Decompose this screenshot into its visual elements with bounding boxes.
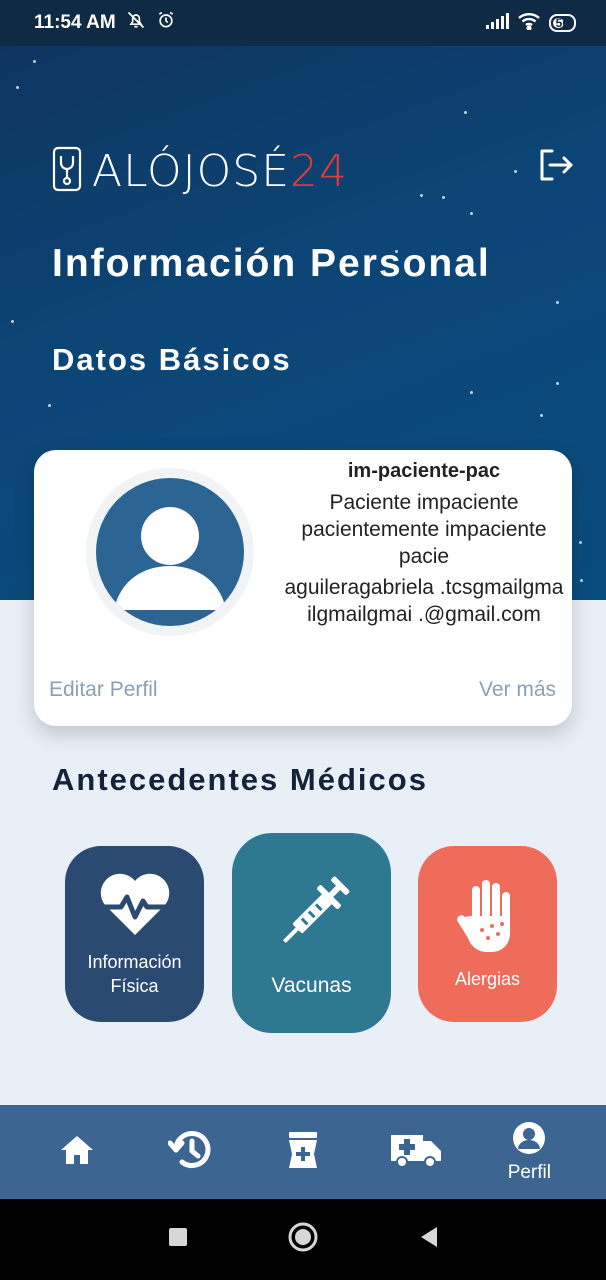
status-left: 11:54 AM (34, 10, 176, 36)
logo-number-text: 24 (290, 146, 349, 197)
status-time: 11:54 AM (34, 12, 116, 33)
signal-icon (485, 12, 509, 34)
system-navigation-bar (0, 1199, 606, 1280)
wifi-icon (517, 12, 541, 35)
profile-card: im-paciente-pac Paciente impaciente paci… (34, 450, 572, 726)
physical-info-label: Información Física (87, 951, 182, 996)
recent-apps-icon[interactable] (167, 1226, 189, 1253)
bottom-navigation: Perfil (0, 1105, 606, 1199)
nav-profile-label: Perfil (507, 1161, 551, 1183)
physical-info-button[interactable]: Información Física (65, 846, 204, 1022)
back-icon[interactable] (417, 1225, 439, 1254)
basic-data-title: Datos Básicos (52, 342, 292, 377)
home-circle-icon[interactable] (287, 1221, 319, 1258)
syringe-icon (267, 869, 357, 964)
logout-icon[interactable] (538, 148, 574, 187)
pharmacy-icon (285, 1130, 321, 1175)
user-avatar-icon (96, 478, 244, 626)
nav-ambulance[interactable] (376, 1131, 456, 1174)
profile-email: aguileragabriela .tcsgmailgmailgmailgmai… (284, 576, 564, 626)
vaccines-label: Vacunas (271, 973, 352, 997)
profile-username: im-paciente-pac (347, 460, 501, 482)
mute-notifications-icon (126, 10, 146, 36)
allergies-label: Alergias (454, 968, 521, 989)
heart-pulse-icon (97, 871, 173, 942)
nav-pharmacy[interactable] (263, 1130, 343, 1175)
home-icon (59, 1134, 95, 1171)
medical-history-title: Antecedentes Médicos (52, 762, 428, 797)
logo-wordmark: ALÓJOSÉ24 (92, 146, 348, 197)
app-logo: ALÓJOSÉ24 (52, 146, 348, 197)
edit-profile-link[interactable]: Editar Perfil (49, 678, 158, 702)
profile-icon (512, 1121, 546, 1160)
stethoscope-logo-icon (52, 146, 82, 197)
vaccines-button[interactable]: Vacunas (232, 833, 391, 1033)
profile-info: im-paciente-pac Paciente impaciente paci… (284, 460, 564, 628)
allergy-hand-icon (452, 878, 524, 959)
alarm-icon (156, 10, 176, 36)
status-bar: 11:54 AM 50 (0, 0, 606, 46)
logo-main-text: ALÓJOSÉ (92, 146, 291, 197)
battery-level-text: 50 (555, 16, 569, 30)
allergies-button[interactable]: Alergias (418, 846, 557, 1022)
battery-indicator: 50 (548, 14, 576, 32)
history-icon (167, 1129, 212, 1176)
page-title: Información Personal (52, 242, 491, 285)
avatar (86, 468, 254, 636)
nav-profile[interactable]: Perfil (489, 1121, 569, 1184)
see-more-link[interactable]: Ver más (479, 678, 556, 702)
status-right: 50 (485, 12, 576, 35)
profile-full-name: Paciente impaciente pacientemente impaci… (301, 491, 547, 568)
nav-history[interactable] (150, 1129, 230, 1176)
nav-home[interactable] (37, 1134, 117, 1171)
ambulance-icon (389, 1131, 443, 1174)
